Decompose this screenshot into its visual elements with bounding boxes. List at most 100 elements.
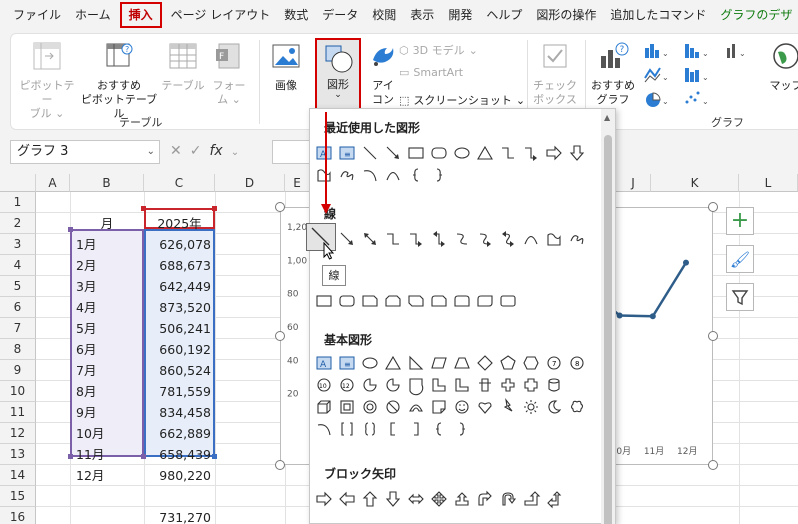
column-header-a[interactable]: A (36, 174, 70, 192)
basic-shape[interactable] (432, 400, 446, 414)
chevron-down-icon[interactable]: ⌄ (231, 147, 239, 158)
basic-shape[interactable] (503, 398, 513, 412)
row-header[interactable]: 5 (0, 276, 36, 297)
formula-input[interactable] (272, 140, 312, 164)
tab-view[interactable]: 表示 (403, 0, 441, 30)
cell-month[interactable]: 1月 (72, 234, 144, 255)
recommended-pivot-button[interactable]: ? おすすめ ピボットテーブル (79, 40, 159, 121)
row-header[interactable]: 7 (0, 318, 36, 339)
rectangle-variant-shape[interactable] (362, 295, 378, 307)
chart-resize-handle[interactable] (708, 460, 718, 470)
column-header-c[interactable]: C (144, 174, 215, 192)
down-arrow-shape[interactable] (569, 145, 585, 161)
cell-month[interactable]: 7月 (72, 360, 144, 381)
row-header[interactable]: 9 (0, 360, 36, 381)
block-arrow-shape[interactable] (478, 490, 492, 506)
basic-shape[interactable]: ≡ (339, 356, 355, 370)
basic-shape[interactable] (341, 422, 353, 436)
double-arrow-line-shape[interactable] (364, 233, 376, 245)
rectangle-variant-shape[interactable] (500, 295, 516, 307)
block-arrow-shape[interactable] (362, 491, 378, 507)
block-arrow-shape[interactable] (408, 493, 424, 505)
curved-arrow-shape[interactable] (479, 233, 491, 247)
cancel-icon[interactable]: ✕ (170, 143, 182, 159)
insert-function-button[interactable]: fx (209, 143, 222, 159)
chart-resize-handle[interactable] (275, 460, 285, 470)
cell-value[interactable]: 626,078 (144, 234, 215, 255)
cell-month[interactable]: 9月 (72, 402, 144, 423)
icons-button[interactable]: アイ コン (363, 40, 403, 107)
cell-value[interactable]: 658,439 (144, 444, 215, 465)
block-arrow-shape[interactable] (431, 491, 447, 507)
rectangle-shape[interactable] (408, 147, 424, 159)
basic-shape[interactable] (432, 378, 446, 392)
basic-shape[interactable]: 10 (317, 378, 331, 392)
basic-shape[interactable] (409, 378, 424, 396)
row-header[interactable]: 1 (0, 192, 36, 213)
row-header[interactable]: 14 (0, 465, 36, 486)
cell-value[interactable]: 980,220 (144, 465, 215, 486)
screenshot-button[interactable]: ⬚ スクリーンショット ⌄ (399, 92, 525, 108)
right-arrow-shape[interactable] (546, 145, 562, 161)
cell-month[interactable]: 12月 (72, 465, 144, 486)
smartart-button[interactable]: ▭ SmartArt (399, 66, 463, 79)
block-arrow-shape[interactable] (524, 491, 541, 506)
3d-model-button[interactable]: ⬡ 3D モデル ⌄ (399, 42, 478, 58)
cell-value[interactable]: 834,458 (144, 402, 215, 423)
triangle-shape[interactable] (477, 145, 493, 160)
basic-shape[interactable] (414, 422, 419, 436)
basic-shape[interactable] (548, 378, 560, 392)
basic-shape[interactable] (501, 378, 515, 392)
column-header-j[interactable]: J (616, 174, 651, 192)
row-header[interactable]: 15 (0, 486, 36, 507)
rounded-rect-shape[interactable] (431, 147, 447, 159)
image-button[interactable]: 画像 (266, 40, 306, 93)
row-header[interactable]: 3 (0, 234, 36, 255)
cell-month[interactable]: 5月 (72, 318, 144, 339)
row-header[interactable]: 2 (0, 213, 36, 234)
cell-value[interactable]: 781,559 (144, 381, 215, 402)
elbow-connector-shape[interactable] (387, 233, 399, 245)
tab-added-commands[interactable]: 追加したコマンド (603, 0, 713, 30)
tab-shape-format[interactable]: 図形の操作 (529, 0, 603, 30)
elbow-arrow-shape[interactable] (410, 233, 422, 247)
curve-shape[interactable] (524, 235, 538, 245)
column-header-k[interactable]: K (651, 174, 739, 192)
basic-shape[interactable] (523, 356, 539, 370)
row-header[interactable]: 8 (0, 339, 36, 360)
basic-shape[interactable] (436, 422, 442, 436)
cell-month[interactable]: 8月 (72, 381, 144, 402)
chart-resize-handle[interactable] (708, 331, 718, 341)
form-button[interactable]: F フォー ム ⌄ (209, 40, 249, 107)
tab-developer[interactable]: 開発 (441, 0, 479, 30)
row-header[interactable]: 6 (0, 297, 36, 318)
block-arrow-shape[interactable] (339, 491, 355, 507)
curve-shape[interactable] (386, 171, 400, 181)
arc-shape[interactable] (363, 170, 377, 182)
scribble-shape[interactable] (340, 171, 354, 181)
cell-value[interactable]: 873,520 (144, 297, 215, 318)
row-header[interactable]: 11 (0, 402, 36, 423)
tab-page-layout[interactable]: ページ レイアウト (164, 0, 278, 30)
tab-insert[interactable]: 挿入 (119, 2, 162, 28)
chart-resize-handle[interactable] (708, 202, 718, 212)
cell-month[interactable]: 3月 (72, 276, 144, 297)
tab-chart-design[interactable]: グラフのデザ (713, 0, 798, 30)
basic-shape[interactable] (454, 357, 470, 369)
basic-shape[interactable] (500, 355, 516, 370)
rectangle-variant-shape[interactable] (431, 295, 447, 307)
basic-shape[interactable] (386, 378, 400, 392)
cell-value[interactable]: 642,449 (144, 276, 215, 297)
elbow-connector-shape[interactable] (502, 147, 514, 159)
cell-b2[interactable]: 月 (70, 213, 144, 234)
curved-double-arrow-shape[interactable] (502, 231, 514, 247)
chart-resize-handle[interactable] (275, 331, 285, 341)
rectangle-variant-shape[interactable] (454, 295, 470, 307)
tab-file[interactable]: ファイル (6, 0, 68, 30)
vertical-text-box-shape[interactable]: ≡ (339, 146, 355, 160)
checkbox-button[interactable]: チェック ボックス (533, 40, 577, 107)
range-handle[interactable] (212, 206, 217, 211)
column-header-d[interactable]: D (215, 174, 285, 192)
row-header[interactable]: 13 (0, 444, 36, 465)
basic-shape[interactable] (455, 378, 469, 392)
